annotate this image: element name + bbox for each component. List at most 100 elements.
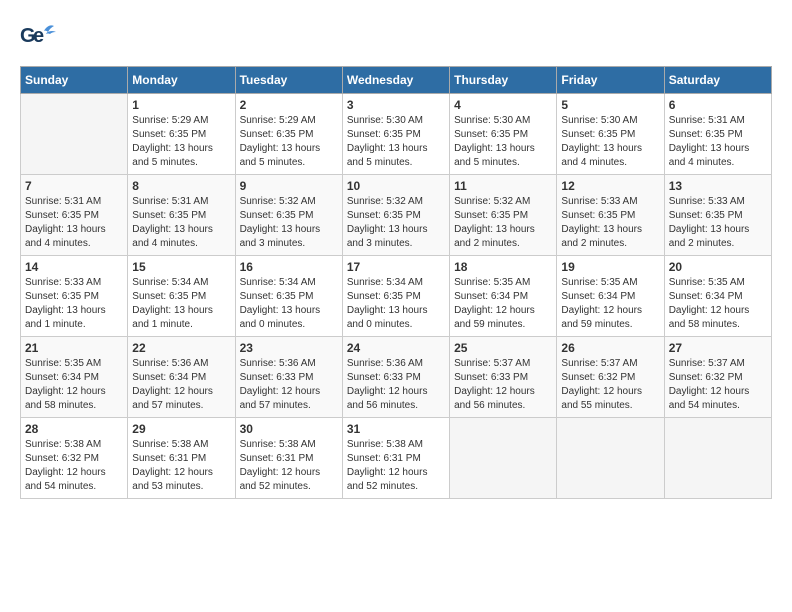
calendar-cell: 22 Sunrise: 5:36 AMSunset: 6:34 PMDayligh… bbox=[128, 337, 235, 418]
column-header-thursday: Thursday bbox=[450, 67, 557, 94]
day-number: 31 bbox=[347, 422, 445, 436]
calendar-cell: 8 Sunrise: 5:31 AMSunset: 6:35 PMDaylight… bbox=[128, 175, 235, 256]
day-number: 5 bbox=[561, 98, 659, 112]
calendar-cell: 15 Sunrise: 5:34 AMSunset: 6:35 PMDayligh… bbox=[128, 256, 235, 337]
day-info: Sunrise: 5:33 AMSunset: 6:35 PMDaylight:… bbox=[561, 195, 659, 251]
calendar-cell: 29 Sunrise: 5:38 AMSunset: 6:31 PMDayligh… bbox=[128, 418, 235, 499]
calendar-cell bbox=[450, 418, 557, 499]
day-info: Sunrise: 5:38 AMSunset: 6:32 PMDaylight:… bbox=[25, 438, 123, 494]
column-header-monday: Monday bbox=[128, 67, 235, 94]
calendar-cell: 12 Sunrise: 5:33 AMSunset: 6:35 PMDayligh… bbox=[557, 175, 664, 256]
day-number: 3 bbox=[347, 98, 445, 112]
day-info: Sunrise: 5:38 AMSunset: 6:31 PMDaylight:… bbox=[240, 438, 338, 494]
calendar-cell bbox=[21, 94, 128, 175]
day-info: Sunrise: 5:32 AMSunset: 6:35 PMDaylight:… bbox=[454, 195, 552, 251]
day-number: 1 bbox=[132, 98, 230, 112]
calendar-cell: 16Sunrise: 5:34 AMSunset: 6:35 PMDayligh… bbox=[235, 256, 342, 337]
day-info: Sunrise: 5:32 AMSunset: 6:35 PMDaylight:… bbox=[347, 195, 445, 251]
svg-text:e: e bbox=[33, 25, 44, 47]
day-number: 28 bbox=[25, 422, 123, 436]
calendar-cell: 31 Sunrise: 5:38 AMSunset: 6:31 PMDayligh… bbox=[342, 418, 449, 499]
calendar-cell: 30 Sunrise: 5:38 AMSunset: 6:31 PMDayligh… bbox=[235, 418, 342, 499]
day-info: Sunrise: 5:38 AMSunset: 6:31 PMDaylight:… bbox=[347, 438, 445, 494]
column-header-tuesday: Tuesday bbox=[235, 67, 342, 94]
calendar-week-row: 14 Sunrise: 5:33 AMSunset: 6:35 PMDayligh… bbox=[21, 256, 772, 337]
day-info: Sunrise: 5:37 AMSunset: 6:32 PMDaylight:… bbox=[669, 357, 767, 413]
day-number: 7 bbox=[25, 179, 123, 193]
day-number: 20 bbox=[669, 260, 767, 274]
calendar-cell: 11 Sunrise: 5:32 AMSunset: 6:35 PMDayligh… bbox=[450, 175, 557, 256]
calendar-cell: 9Sunrise: 5:32 AMSunset: 6:35 PMDaylight… bbox=[235, 175, 342, 256]
calendar-cell: 10 Sunrise: 5:32 AMSunset: 6:35 PMDayligh… bbox=[342, 175, 449, 256]
calendar-cell: 18 Sunrise: 5:35 AMSunset: 6:34 PMDayligh… bbox=[450, 256, 557, 337]
calendar-cell: 26 Sunrise: 5:37 AMSunset: 6:32 PMDayligh… bbox=[557, 337, 664, 418]
calendar-cell: 7 Sunrise: 5:31 AMSunset: 6:35 PMDaylight… bbox=[21, 175, 128, 256]
day-info: Sunrise: 5:31 AMSunset: 6:35 PMDaylight:… bbox=[669, 114, 767, 170]
column-header-saturday: Saturday bbox=[664, 67, 771, 94]
day-info: Sunrise: 5:31 AMSunset: 6:35 PMDaylight:… bbox=[25, 195, 123, 251]
day-info: Sunrise: 5:36 AMSunset: 6:33 PMDaylight:… bbox=[347, 357, 445, 413]
day-info: Sunrise: 5:35 AMSunset: 6:34 PMDaylight:… bbox=[669, 276, 767, 332]
calendar-cell: 6 Sunrise: 5:31 AMSunset: 6:35 PMDaylight… bbox=[664, 94, 771, 175]
calendar-cell: 1 Sunrise: 5:29 AMSunset: 6:35 PMDaylight… bbox=[128, 94, 235, 175]
calendar-cell: 20 Sunrise: 5:35 AMSunset: 6:34 PMDayligh… bbox=[664, 256, 771, 337]
calendar-week-row: 1 Sunrise: 5:29 AMSunset: 6:35 PMDaylight… bbox=[21, 94, 772, 175]
day-number: 18 bbox=[454, 260, 552, 274]
day-number: 19 bbox=[561, 260, 659, 274]
day-number: 4 bbox=[454, 98, 552, 112]
day-info: Sunrise: 5:35 AMSunset: 6:34 PMDaylight:… bbox=[454, 276, 552, 332]
day-info: Sunrise: 5:33 AMSunset: 6:35 PMDaylight:… bbox=[25, 276, 123, 332]
day-info: Sunrise: 5:30 AMSunset: 6:35 PMDaylight:… bbox=[347, 114, 445, 170]
day-info: Sunrise: 5:30 AMSunset: 6:35 PMDaylight:… bbox=[561, 114, 659, 170]
day-info: Sunrise: 5:29 AMSunset: 6:35 PMDaylight:… bbox=[240, 114, 338, 170]
day-number: 25 bbox=[454, 341, 552, 355]
day-number: 29 bbox=[132, 422, 230, 436]
logo-icon: G e bbox=[20, 20, 56, 56]
day-info: Sunrise: 5:35 AMSunset: 6:34 PMDaylight:… bbox=[25, 357, 123, 413]
calendar-cell: 25Sunrise: 5:37 AMSunset: 6:33 PMDayligh… bbox=[450, 337, 557, 418]
calendar-cell: 24 Sunrise: 5:36 AMSunset: 6:33 PMDayligh… bbox=[342, 337, 449, 418]
day-info: Sunrise: 5:38 AMSunset: 6:31 PMDaylight:… bbox=[132, 438, 230, 494]
day-info: Sunrise: 5:32 AMSunset: 6:35 PMDaylight:… bbox=[240, 195, 338, 251]
day-info: Sunrise: 5:31 AMSunset: 6:35 PMDaylight:… bbox=[132, 195, 230, 251]
logo: G e bbox=[20, 20, 60, 56]
day-number: 6 bbox=[669, 98, 767, 112]
calendar-cell: 27 Sunrise: 5:37 AMSunset: 6:32 PMDayligh… bbox=[664, 337, 771, 418]
calendar-week-row: 7 Sunrise: 5:31 AMSunset: 6:35 PMDaylight… bbox=[21, 175, 772, 256]
day-number: 11 bbox=[454, 179, 552, 193]
calendar-cell: 5 Sunrise: 5:30 AMSunset: 6:35 PMDaylight… bbox=[557, 94, 664, 175]
day-info: Sunrise: 5:36 AMSunset: 6:33 PMDaylight:… bbox=[240, 357, 338, 413]
day-number: 12 bbox=[561, 179, 659, 193]
day-info: Sunrise: 5:37 AMSunset: 6:32 PMDaylight:… bbox=[561, 357, 659, 413]
calendar-table: SundayMondayTuesdayWednesdayThursdayFrid… bbox=[20, 66, 772, 499]
calendar-header-row: SundayMondayTuesdayWednesdayThursdayFrid… bbox=[21, 67, 772, 94]
day-number: 8 bbox=[132, 179, 230, 193]
calendar-cell: 14 Sunrise: 5:33 AMSunset: 6:35 PMDayligh… bbox=[21, 256, 128, 337]
day-info: Sunrise: 5:30 AMSunset: 6:35 PMDaylight:… bbox=[454, 114, 552, 170]
day-info: Sunrise: 5:34 AMSunset: 6:35 PMDaylight:… bbox=[132, 276, 230, 332]
day-number: 14 bbox=[25, 260, 123, 274]
calendar-cell bbox=[664, 418, 771, 499]
day-info: Sunrise: 5:33 AMSunset: 6:35 PMDaylight:… bbox=[669, 195, 767, 251]
day-info: Sunrise: 5:34 AMSunset: 6:35 PMDaylight:… bbox=[347, 276, 445, 332]
day-info: Sunrise: 5:36 AMSunset: 6:34 PMDaylight:… bbox=[132, 357, 230, 413]
column-header-friday: Friday bbox=[557, 67, 664, 94]
column-header-sunday: Sunday bbox=[21, 67, 128, 94]
day-number: 13 bbox=[669, 179, 767, 193]
calendar-cell: 17Sunrise: 5:34 AMSunset: 6:35 PMDayligh… bbox=[342, 256, 449, 337]
calendar-week-row: 21Sunrise: 5:35 AMSunset: 6:34 PMDayligh… bbox=[21, 337, 772, 418]
day-number: 2 bbox=[240, 98, 338, 112]
day-number: 15 bbox=[132, 260, 230, 274]
day-number: 30 bbox=[240, 422, 338, 436]
day-info: Sunrise: 5:29 AMSunset: 6:35 PMDaylight:… bbox=[132, 114, 230, 170]
day-number: 24 bbox=[347, 341, 445, 355]
calendar-cell: 2 Sunrise: 5:29 AMSunset: 6:35 PMDaylight… bbox=[235, 94, 342, 175]
calendar-cell: 4 Sunrise: 5:30 AMSunset: 6:35 PMDaylight… bbox=[450, 94, 557, 175]
day-number: 27 bbox=[669, 341, 767, 355]
day-number: 26 bbox=[561, 341, 659, 355]
day-info: Sunrise: 5:35 AMSunset: 6:34 PMDaylight:… bbox=[561, 276, 659, 332]
calendar-cell: 13 Sunrise: 5:33 AMSunset: 6:35 PMDayligh… bbox=[664, 175, 771, 256]
day-number: 22 bbox=[132, 341, 230, 355]
day-number: 10 bbox=[347, 179, 445, 193]
calendar-cell: 28 Sunrise: 5:38 AMSunset: 6:32 PMDayligh… bbox=[21, 418, 128, 499]
